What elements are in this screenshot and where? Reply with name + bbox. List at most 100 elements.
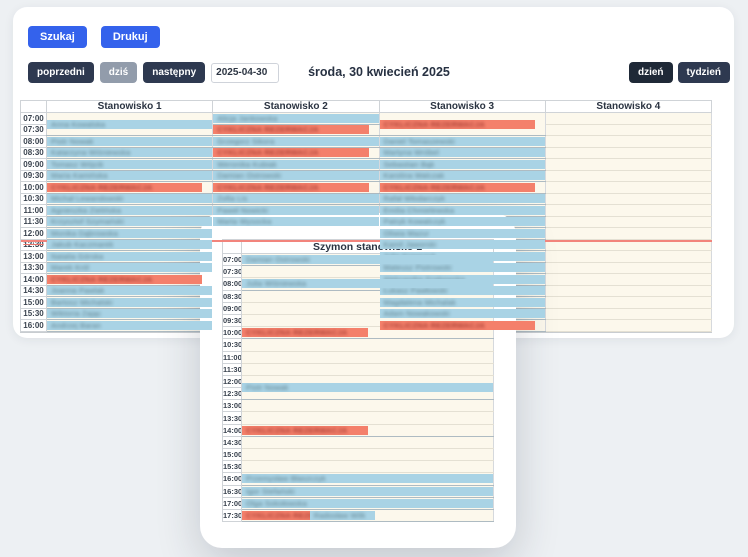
empty-slot[interactable] — [545, 124, 711, 136]
booking-event[interactable]: Wiktoria Zając — [47, 309, 212, 318]
next-day-button[interactable]: następny — [143, 62, 205, 83]
booking-event[interactable]: Radosław Wilk — [310, 511, 375, 520]
empty-slot[interactable] — [242, 436, 494, 448]
booking-event[interactable]: Joanna Pawlak — [47, 286, 212, 295]
schedule-slot[interactable]: Krzysztof Szymański — [47, 216, 213, 228]
booking-event[interactable]: Magdalena Michalak — [380, 298, 545, 307]
schedule-slot[interactable]: Damian Ostrowski — [242, 254, 494, 266]
schedule-slot[interactable]: Anna Kowalska — [47, 113, 213, 136]
booking-event[interactable]: Oliwia Mazur — [380, 229, 545, 238]
booking-event[interactable]: Marek Król — [47, 263, 212, 272]
schedule-slot[interactable]: Marta Wysocka — [213, 216, 379, 228]
schedule-slot[interactable]: CYKLICZNA REZERWACJARadosław Wilk — [242, 509, 494, 521]
booking-event[interactable]: Zofia Lis — [213, 194, 378, 203]
booking-event[interactable]: Karolina Walczak — [380, 171, 545, 180]
schedule-slot[interactable]: Alicja Jankowska — [213, 113, 379, 125]
booking-event[interactable]: Jakub Kaczmarek — [47, 240, 212, 249]
empty-slot[interactable] — [545, 216, 711, 228]
schedule-slot[interactable]: CYKLICZNA REZERWACJA — [379, 113, 545, 136]
booking-event[interactable]: Weronika Kubiak — [213, 160, 378, 169]
empty-slot[interactable] — [545, 193, 711, 205]
schedule-slot[interactable]: CYKLICZNA REZERWACJA — [213, 147, 379, 159]
booking-event[interactable]: Kamil Jaworski — [380, 240, 545, 249]
booking-event[interactable]: Michał Lewandowski — [47, 194, 212, 203]
empty-slot[interactable] — [545, 113, 711, 125]
schedule-slot[interactable]: Patryk Kowalczyk — [379, 216, 545, 228]
recurring-reservation-event[interactable]: CYKLICZNA REZERWACJA — [380, 183, 535, 192]
schedule-slot[interactable]: Maria Kamińska — [47, 170, 213, 182]
schedule-slot[interactable]: Natalia Górska — [47, 251, 213, 263]
schedule-slot[interactable]: Rafał Włodarczyk — [379, 193, 545, 205]
empty-slot[interactable] — [545, 285, 711, 297]
booking-event[interactable]: Mateusz Piotrowski — [380, 263, 545, 272]
booking-event[interactable]: Damian Ostrowski — [213, 171, 378, 180]
booking-event[interactable]: Agnieszka Zielińska — [47, 206, 212, 215]
booking-event[interactable]: Olga Sokołowska — [242, 499, 493, 508]
booking-event[interactable]: Damian Ostrowski — [242, 255, 493, 264]
schedule-slot[interactable]: CYKLICZNA REZERWACJA — [47, 274, 213, 286]
empty-slot[interactable] — [545, 262, 711, 274]
recurring-reservation-event[interactable]: CYKLICZNA REZERWACJA — [213, 148, 368, 157]
booking-event[interactable]: Julia Wiśniewska — [242, 279, 493, 288]
empty-slot[interactable] — [545, 147, 711, 159]
empty-slot[interactable] — [242, 400, 494, 412]
prev-day-button[interactable]: poprzedni — [28, 62, 94, 83]
schedule-slot[interactable]: Sebastian Bąk — [379, 159, 545, 171]
schedule-slot[interactable]: Grzegorz Sikora — [213, 136, 379, 148]
booking-event[interactable]: Marta Wysocka — [213, 217, 378, 226]
recurring-reservation-event[interactable]: CYKLICZNA REZERWACJA — [213, 125, 368, 134]
print-button[interactable]: Drukuj — [101, 26, 160, 48]
schedule-slot[interactable]: Kamil Jaworski — [379, 239, 545, 251]
booking-event[interactable]: Piotr Nowak — [242, 383, 493, 392]
schedule-slot[interactable]: Bartosz Michalski — [47, 297, 213, 309]
schedule-slot[interactable]: Katarzyna Wiśniewska — [47, 147, 213, 159]
recurring-reservation-event[interactable]: CYKLICZNA REZERWACJA — [47, 183, 202, 192]
empty-slot[interactable] — [545, 182, 711, 194]
recurring-reservation-event[interactable]: CYKLICZNA REZERWACJA — [213, 183, 368, 192]
schedule-slot[interactable]: Olga Sokołowska — [242, 497, 494, 509]
schedule-slot[interactable]: Marek Król — [47, 262, 213, 274]
empty-slot[interactable] — [545, 274, 711, 286]
schedule-slot[interactable]: Adam Nowakowski — [379, 308, 545, 320]
search-button[interactable]: Szukaj — [28, 26, 87, 48]
recurring-reservation-event[interactable]: CYKLICZNA REZERWACJA — [242, 426, 368, 435]
recurring-reservation-event[interactable]: CYKLICZNA REZERWACJA — [242, 511, 310, 520]
date-input[interactable] — [211, 63, 279, 83]
empty-slot[interactable] — [545, 170, 711, 182]
schedule-slot[interactable]: Agnieszka Zielińska — [47, 205, 213, 217]
empty-slot[interactable] — [242, 461, 494, 473]
schedule-slot[interactable]: Wiktoria Zając — [47, 308, 213, 320]
schedule-slot[interactable]: Emilia Chmielewska — [379, 205, 545, 217]
schedule-slot[interactable]: Michał Lewandowski — [47, 193, 213, 205]
booking-event[interactable]: Przemysław Błaszczyk — [242, 474, 493, 483]
booking-event[interactable]: Piotr Nowak — [47, 137, 212, 146]
schedule-slot[interactable]: Weronika Kubiak — [213, 159, 379, 171]
booking-event[interactable]: Monika Dąbrowska — [47, 229, 212, 238]
booking-event[interactable]: Krzysztof Szymański — [47, 217, 212, 226]
schedule-slot[interactable]: Joanna Pawlak — [47, 285, 213, 297]
booking-event[interactable]: Andrzej Baran — [47, 321, 212, 330]
schedule-slot[interactable]: Monika Dąbrowska — [47, 228, 213, 240]
empty-slot[interactable] — [242, 449, 494, 461]
empty-slot[interactable] — [242, 412, 494, 424]
schedule-slot[interactable]: Igor Stefański — [242, 485, 494, 497]
empty-slot[interactable] — [545, 239, 711, 251]
schedule-slot[interactable]: Przemysław Błaszczyk — [242, 473, 494, 485]
schedule-slot[interactable]: CYKLICZNA REZERWACJA — [379, 182, 545, 194]
booking-event[interactable]: Rafał Włodarczyk — [380, 194, 545, 203]
schedule-slot[interactable]: Paweł Nowicki — [213, 205, 379, 217]
booking-event[interactable]: Sebastian Bąk — [380, 160, 545, 169]
empty-slot[interactable] — [242, 351, 494, 363]
booking-event[interactable]: Patryk Kowalczyk — [380, 217, 545, 226]
schedule-slot[interactable]: Daniel Tomaszewski — [379, 136, 545, 148]
booking-event[interactable]: Daniel Tomaszewski — [380, 137, 545, 146]
schedule-slot[interactable]: Tomasz Wójcik — [47, 159, 213, 171]
booking-event[interactable]: Martyna Wróbel — [380, 148, 545, 157]
booking-event[interactable]: Igor Stefański — [242, 487, 493, 496]
today-button[interactable]: dziś — [100, 62, 137, 83]
recurring-reservation-event[interactable]: CYKLICZNA REZERWACJA — [47, 275, 202, 284]
schedule-slot[interactable]: Jakub Kaczmarek — [47, 239, 213, 251]
booking-event[interactable]: Paweł Nowicki — [213, 206, 378, 215]
booking-event[interactable]: Natalia Górska — [47, 252, 212, 261]
empty-slot[interactable] — [242, 339, 494, 351]
